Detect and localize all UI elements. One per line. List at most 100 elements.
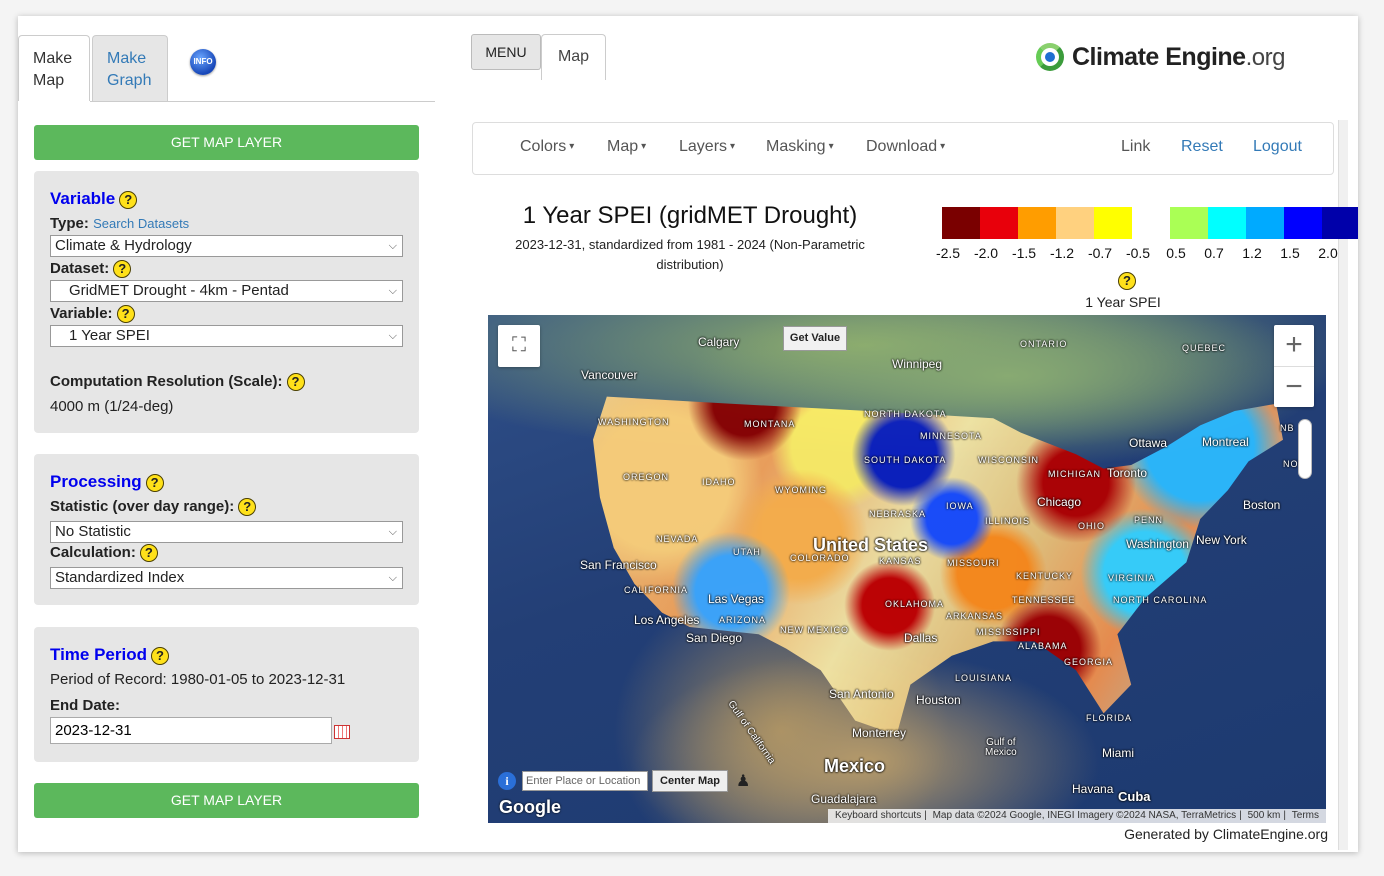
nav-link[interactable]: Link: [1121, 138, 1150, 156]
map-label-chicago: Chicago: [1037, 495, 1082, 509]
map-canvas[interactable]: Calgary Winnipeg Vancouver ONTARIO QUEBE…: [488, 315, 1326, 823]
map-label-boston: Boston: [1243, 498, 1281, 512]
calendar-icon[interactable]: [334, 725, 350, 739]
help-icon[interactable]: ?: [286, 373, 305, 392]
help-icon[interactable]: ?: [113, 260, 132, 279]
map-label-oklahoma: OKLAHOMA: [885, 599, 945, 609]
info-icon[interactable]: i: [498, 772, 516, 790]
variable-select-value: 1 Year SPEI: [69, 327, 150, 344]
nav-reset[interactable]: Reset: [1181, 138, 1223, 156]
dataset-label: Dataset:: [50, 260, 110, 277]
help-icon[interactable]: ?: [139, 544, 158, 563]
nav-colors[interactable]: Colors: [520, 138, 574, 156]
nav-download[interactable]: Download: [866, 138, 945, 156]
get-value-button[interactable]: Get Value: [783, 326, 847, 351]
help-icon[interactable]: ?: [116, 305, 135, 324]
map-label-kentucky: KENTUCKY: [1016, 571, 1074, 581]
climate-engine-logo[interactable]: Climate Engine.org: [1036, 40, 1285, 74]
map-label-colorado: COLORADO: [790, 553, 850, 563]
chevron-down-icon: ⌵: [388, 330, 397, 342]
statistic-select[interactable]: No Statistic ⌵: [50, 521, 403, 543]
calculation-select[interactable]: Standardized Index ⌵: [50, 567, 403, 589]
legend-tick-label: 1.2: [1242, 245, 1262, 261]
tab-make-graph[interactable]: Make Graph: [92, 35, 168, 101]
tab-make-graph-line1: Make: [107, 50, 147, 67]
place-search-input[interactable]: Enter Place or Location: [522, 771, 648, 791]
period-of-record: Period of Record: 1980-01-05 to 2023-12-…: [50, 671, 346, 688]
map-label-nevada: NEVADA: [656, 534, 699, 544]
end-date-input[interactable]: 2023-12-31: [50, 717, 332, 744]
type-select[interactable]: Climate & Hydrology ⌵: [50, 235, 403, 257]
map-label-los-angeles: Los Angeles: [634, 613, 700, 627]
help-icon[interactable]: ?: [151, 646, 169, 665]
map-label-washington-dc: Washington: [1126, 537, 1189, 551]
map-label-guadalajara: Guadalajara: [811, 792, 877, 806]
help-icon[interactable]: ?: [1118, 272, 1136, 290]
logo-icon: [1036, 43, 1064, 71]
legend-swatch: [980, 207, 1018, 239]
processing-heading: Processing?: [50, 472, 164, 492]
map-label-miami: Miami: [1102, 746, 1134, 760]
info-icon[interactable]: INFO: [190, 49, 216, 75]
legend-swatch: [1208, 207, 1246, 239]
calculation-label: Calculation:: [50, 544, 136, 561]
tab-divider: [90, 101, 435, 102]
dataset-select[interactable]: GridMET Drought - 4km - Pentad ⌵: [50, 280, 403, 302]
map-label-havana: Havana: [1072, 782, 1114, 796]
map-label-mexico: Mexico: [824, 756, 886, 776]
variable-select[interactable]: 1 Year SPEI ⌵: [50, 325, 403, 347]
get-map-layer-button-bottom[interactable]: GET MAP LAYER: [34, 783, 419, 818]
time-period-title: Time Period: [50, 645, 147, 664]
keyboard-shortcuts-link[interactable]: Keyboard shortcuts: [835, 810, 921, 821]
map-label-mississippi: MISSISSIPPI: [976, 627, 1041, 637]
time-period-panel: Time Period? Period of Record: 1980-01-0…: [34, 627, 419, 762]
calculation-select-value: Standardized Index: [55, 569, 185, 586]
logo-text-row: Climate Engine.org: [1072, 43, 1285, 72]
map-label-calgary: Calgary: [698, 335, 740, 349]
statistic-label: Statistic (over day range):: [50, 498, 235, 515]
map-label-arizona: ARIZONA: [719, 615, 767, 625]
zoom-out-button[interactable]: −: [1274, 366, 1314, 406]
center-map-button[interactable]: Center Map: [652, 770, 728, 792]
nav-layers[interactable]: Layers: [679, 138, 735, 156]
map-label-south-dakota: SOUTH DAKOTA: [864, 455, 947, 465]
legend-swatch: [1094, 207, 1132, 239]
map-label-tennessee: TENNESSEE: [1012, 595, 1076, 605]
legend-swatch: [1018, 207, 1056, 239]
map-label-san-francisco: San Francisco: [580, 558, 657, 572]
drought-overlay: [593, 396, 1283, 735]
tab-make-map[interactable]: Make Map: [18, 35, 90, 101]
google-logo: Google: [499, 797, 561, 817]
menu-button[interactable]: MENU: [471, 34, 541, 70]
legend-swatch: [942, 207, 980, 239]
variable-label: Variable:: [50, 305, 113, 322]
end-date-label: End Date:: [50, 697, 121, 714]
tab-make-graph-line2: Graph: [107, 72, 152, 89]
map-label-montana: MONTANA: [744, 419, 796, 429]
search-datasets-link[interactable]: Search Datasets: [93, 216, 189, 231]
map-label-nb: NB: [1280, 423, 1295, 433]
map-label-florida: FLORIDA: [1086, 713, 1133, 723]
legend-tick-label: -1.5: [1011, 245, 1037, 261]
help-icon[interactable]: ?: [238, 498, 257, 517]
legend-tick-label: -2.5: [935, 245, 961, 261]
zoom-in-button[interactable]: +: [1274, 325, 1314, 365]
variable-heading: Variable?: [50, 189, 138, 209]
tab-map[interactable]: Map: [541, 34, 606, 80]
zoom-slider[interactable]: [1298, 419, 1312, 479]
time-period-heading: Time Period?: [50, 645, 169, 665]
get-map-layer-button[interactable]: GET MAP LAYER: [34, 125, 419, 160]
nav-map[interactable]: Map: [607, 138, 646, 156]
pegman-icon[interactable]: ♟: [736, 771, 750, 791]
nav-masking[interactable]: Masking: [766, 138, 834, 156]
help-icon[interactable]: ?: [119, 190, 138, 209]
map-label-new-mexico: NEW MEXICO: [780, 625, 850, 635]
fullscreen-button[interactable]: ⛶: [498, 325, 540, 367]
terms-link[interactable]: Terms: [1292, 810, 1319, 821]
legend-tick-label: 2.0: [1318, 245, 1338, 261]
scale-bar: 500 km: [1247, 810, 1281, 821]
help-icon[interactable]: ?: [145, 473, 164, 492]
nav-logout[interactable]: Logout: [1253, 138, 1302, 156]
legend-caption: 1 Year SPEI: [1085, 294, 1161, 310]
map-label-pennsylvania: PENN: [1134, 515, 1164, 525]
